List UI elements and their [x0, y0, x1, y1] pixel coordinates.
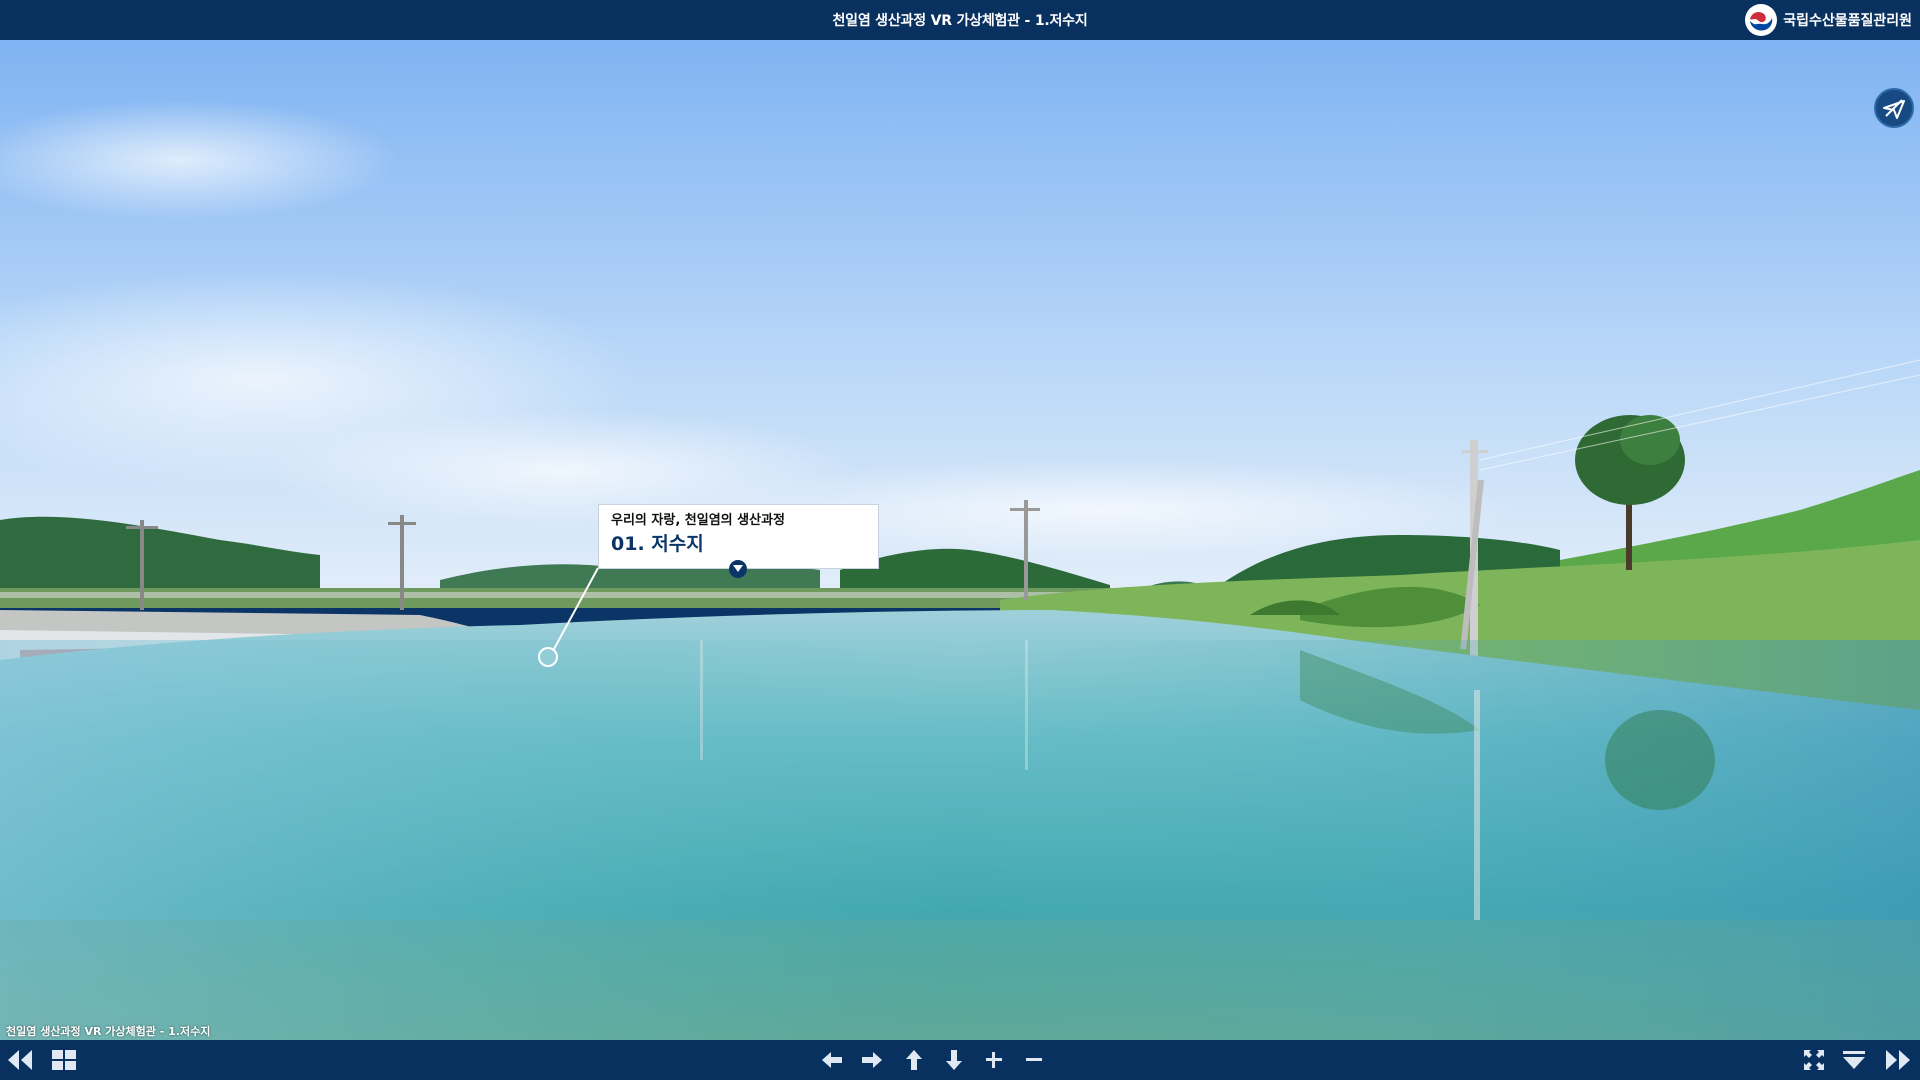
- airplane-icon: [1883, 99, 1905, 119]
- arrow-left-icon[interactable]: [814, 1040, 850, 1080]
- arrow-right-icon[interactable]: [854, 1040, 890, 1080]
- fullscreen-icon[interactable]: [1796, 1040, 1832, 1080]
- top-bar: 천일염 생산과정 VR 가상체험관 - 1.저수지 국립수산물품질관리원: [0, 0, 1920, 40]
- next-scene-icon[interactable]: [1880, 1040, 1916, 1080]
- chevron-down-icon[interactable]: [729, 560, 747, 578]
- zoom-out-icon[interactable]: [1016, 1040, 1052, 1080]
- arrow-up-icon[interactable]: [896, 1040, 932, 1080]
- hide-controls-icon[interactable]: [1836, 1040, 1872, 1080]
- bottom-control-bar: [0, 1040, 1920, 1080]
- panorama-scene[interactable]: [0, 40, 1920, 1040]
- panorama-viewport[interactable]: [0, 40, 1920, 1040]
- government-emblem-icon: [1745, 4, 1778, 36]
- hotspot-title: 01. 저수지: [611, 533, 704, 555]
- zoom-in-icon[interactable]: [976, 1040, 1012, 1080]
- close-button[interactable]: [1874, 88, 1914, 128]
- scene-caption: 천일염 생산과정 VR 가상체험관 - 1.저수지: [6, 1025, 211, 1038]
- hotspot-subtitle: 우리의 자랑, 천일염의 생산과정: [611, 513, 785, 528]
- org-name: 국립수산물품질관리원: [1783, 13, 1912, 29]
- page-title: 천일염 생산과정 VR 가상체험관 - 1.저수지: [832, 13, 1088, 29]
- hotspot-marker[interactable]: [538, 647, 558, 667]
- previous-scene-icon[interactable]: [2, 1040, 38, 1080]
- thumbnails-grid-icon[interactable]: [46, 1040, 82, 1080]
- hotspot-info-card[interactable]: 우리의 자랑, 천일염의 생산과정 01. 저수지: [598, 504, 879, 578]
- arrow-down-icon[interactable]: [936, 1040, 972, 1080]
- org-brand[interactable]: 국립수산물품질관리원: [1745, 4, 1912, 36]
